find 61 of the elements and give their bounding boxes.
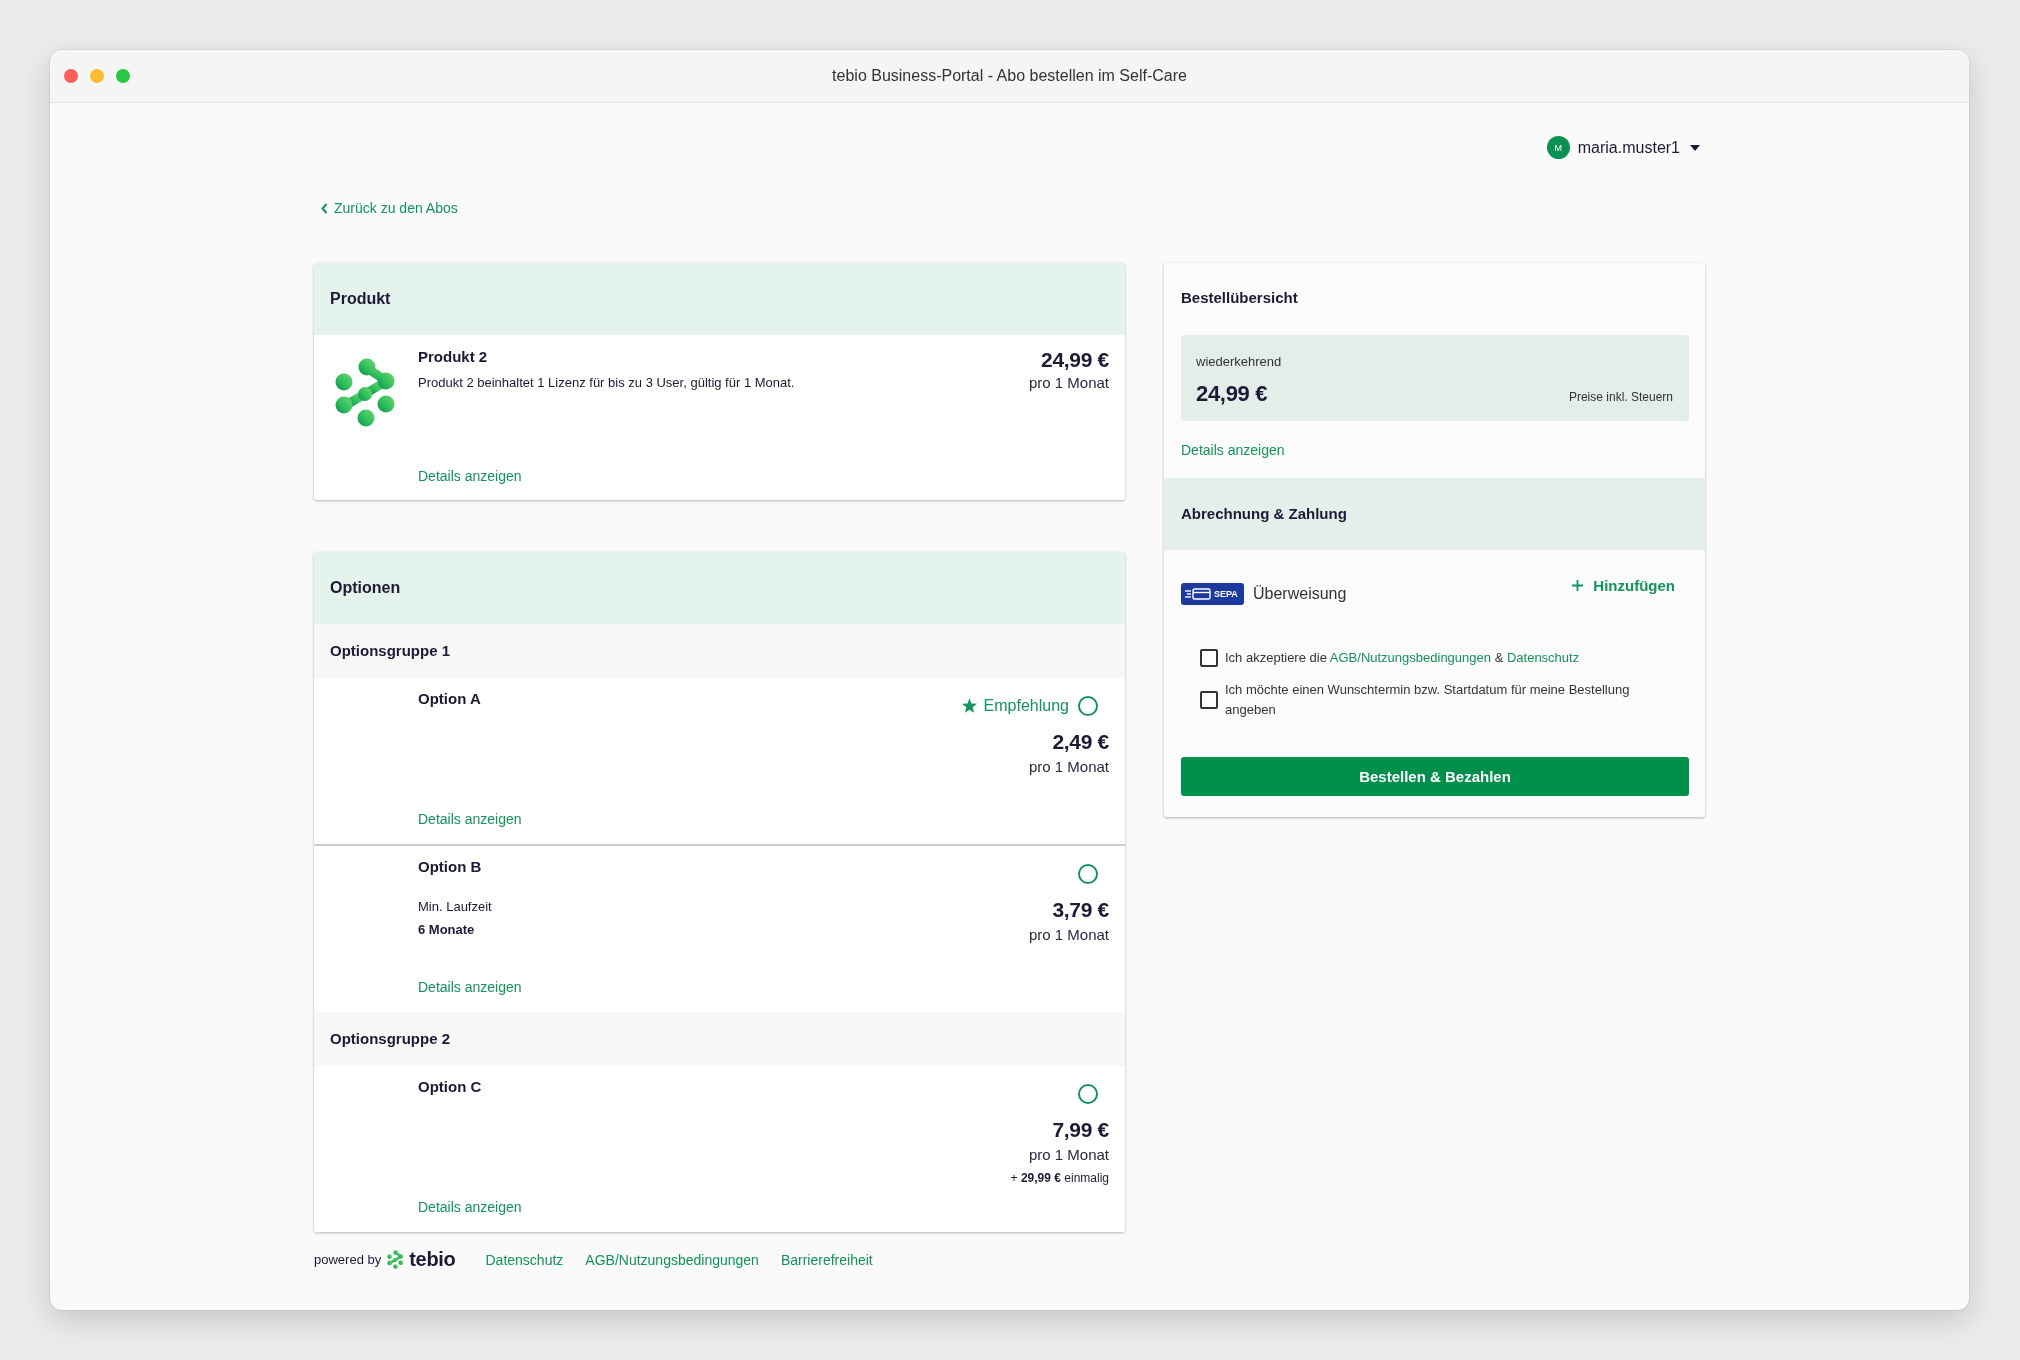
dots-logo-icon xyxy=(387,1250,405,1269)
summary-title: Bestellübersicht xyxy=(1181,287,1299,308)
plus-icon xyxy=(1572,580,1584,591)
details-link[interactable]: Details anzeigen xyxy=(1181,439,1285,460)
card-icon xyxy=(1185,587,1211,600)
add-payment-button[interactable]: Hinzufügen xyxy=(1572,575,1675,596)
billing-period: pro 1 Monat xyxy=(1028,924,1109,945)
brand-name: tebio xyxy=(409,1248,456,1271)
maximize-window-icon[interactable] xyxy=(116,69,130,83)
option-name: Option B xyxy=(418,856,483,877)
star-icon xyxy=(961,698,977,713)
billing-period: pro 1 Monat xyxy=(1028,1144,1109,1165)
option-group-header: Optionsgruppe 1 xyxy=(314,623,1125,678)
powered-by-text: powered by xyxy=(314,1252,382,1267)
details-link[interactable]: Details anzeigen xyxy=(418,1196,522,1217)
close-window-icon[interactable] xyxy=(64,69,78,83)
consent-text: Ich möchte einen Wunschtermin bzw. Startdatum für meine Bestellung angeben xyxy=(1225,680,1631,719)
one-time-fee: + 29,99 € einmalig xyxy=(1010,1169,1109,1187)
consent-checkbox[interactable] xyxy=(1200,690,1218,709)
option-name: Option A xyxy=(418,688,481,709)
product-price: 24,99 € xyxy=(1041,346,1109,373)
details-link[interactable]: Details anzeigen xyxy=(418,808,522,829)
option-radio[interactable] xyxy=(1078,695,1098,716)
option-price: 7,99 € xyxy=(1052,1116,1109,1143)
total-price: 24,99 € xyxy=(1196,379,1268,408)
consent-link[interactable]: AGB/Nutzungsbedingungen xyxy=(1329,649,1491,665)
option-name: Option C xyxy=(418,1076,482,1097)
option-radio[interactable] xyxy=(1078,1083,1098,1104)
window-title: tebio Business-Portal - Abo bestellen im Self-Care xyxy=(832,67,1187,85)
back-link[interactable]: Zurück zu den Abos xyxy=(321,200,458,216)
consent-text: Ich akzeptiere die AGB/Nutzungsbedingungen & Datenschutz xyxy=(1225,648,1580,667)
option-price: 2,49 € xyxy=(1052,728,1109,755)
recommendation-label: Empfehlung xyxy=(983,696,1069,715)
section-header: Abrechnung & Zahlung xyxy=(1164,477,1705,550)
sepa-label: SEPA xyxy=(1214,588,1238,599)
tax-note: Preise inkl. Steuern xyxy=(1568,389,1673,404)
user-menu[interactable]: M maria.muster1 xyxy=(1546,136,1700,159)
card-header: Produkt xyxy=(314,262,1125,335)
footer-link[interactable]: AGB/Nutzungsbedingungen xyxy=(585,1251,759,1268)
min-term-value: 6 Monate xyxy=(418,920,476,939)
option-group-header: Optionsgruppe 2 xyxy=(314,1011,1125,1066)
user-avatar: M xyxy=(1546,136,1570,159)
order-pay-button[interactable]: Bestellen & Bezahlen xyxy=(1181,756,1689,796)
min-term-label: Min. Laufzeit xyxy=(418,897,492,916)
option-radio[interactable] xyxy=(1078,863,1098,884)
option-price: 3,79 € xyxy=(1052,896,1109,923)
billing-period: pro 1 Monat xyxy=(1028,372,1109,393)
product-description: Produkt 2 beinhaltet 1 Lizenz für bis zu 3 User, gültig für 1 Monat. xyxy=(418,373,796,392)
footer-link[interactable]: Barrierefreiheit xyxy=(780,1251,873,1268)
footer-link[interactable]: Datenschutz xyxy=(485,1251,564,1268)
card-header: Optionen xyxy=(314,551,1125,624)
recurring-label: wiederkehrend xyxy=(1196,352,1283,371)
details-link[interactable]: Details anzeigen xyxy=(418,976,522,997)
details-link[interactable]: Details anzeigen xyxy=(418,465,522,486)
caret-icon xyxy=(1690,144,1700,151)
consent-checkbox[interactable] xyxy=(1200,648,1218,667)
product-name: Produkt 2 xyxy=(418,346,489,367)
payment-method-name: Überweisung xyxy=(1253,584,1347,603)
billing-period: pro 1 Monat xyxy=(1028,756,1109,777)
chevron-left-icon xyxy=(321,202,328,214)
consent-link[interactable]: Datenschutz xyxy=(1506,649,1580,665)
